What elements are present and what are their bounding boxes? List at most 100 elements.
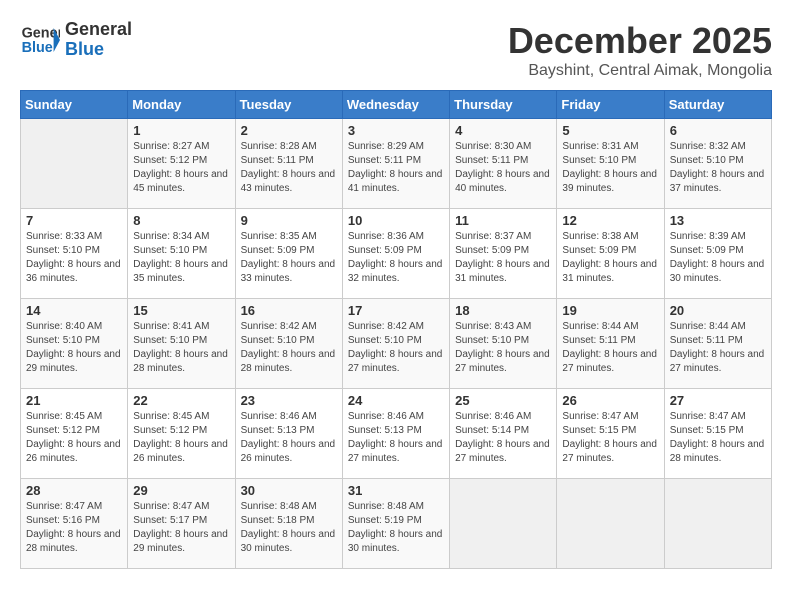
calendar-cell: 9 Sunrise: 8:35 AMSunset: 5:09 PMDaylight… <box>235 209 342 299</box>
calendar-cell: 7 Sunrise: 8:33 AMSunset: 5:10 PMDaylight… <box>21 209 128 299</box>
calendar-cell: 2 Sunrise: 8:28 AMSunset: 5:11 PMDaylight… <box>235 119 342 209</box>
day-number: 18 <box>455 303 551 318</box>
calendar-week-5: 28 Sunrise: 8:47 AMSunset: 5:16 PMDayligh… <box>21 479 772 569</box>
day-info: Sunrise: 8:44 AMSunset: 5:11 PMDaylight:… <box>562 320 658 376</box>
day-info: Sunrise: 8:38 AMSunset: 5:09 PMDaylight:… <box>562 230 658 286</box>
page-header: General Blue General Blue December 2025 … <box>20 20 772 80</box>
calendar-week-1: 1 Sunrise: 8:27 AMSunset: 5:12 PMDaylight… <box>21 119 772 209</box>
header-day-saturday: Saturday <box>664 91 771 119</box>
day-info: Sunrise: 8:47 AMSunset: 5:15 PMDaylight:… <box>562 410 658 466</box>
day-info: Sunrise: 8:39 AMSunset: 5:09 PMDaylight:… <box>670 230 766 286</box>
day-info: Sunrise: 8:41 AMSunset: 5:10 PMDaylight:… <box>133 320 229 376</box>
header-day-thursday: Thursday <box>450 91 557 119</box>
day-info: Sunrise: 8:48 AMSunset: 5:19 PMDaylight:… <box>348 500 444 556</box>
calendar-cell: 31 Sunrise: 8:48 AMSunset: 5:19 PMDayligh… <box>342 479 449 569</box>
day-info: Sunrise: 8:35 AMSunset: 5:09 PMDaylight:… <box>241 230 337 286</box>
day-number: 4 <box>455 123 551 138</box>
calendar-cell: 24 Sunrise: 8:46 AMSunset: 5:13 PMDayligh… <box>342 389 449 479</box>
day-info: Sunrise: 8:45 AMSunset: 5:12 PMDaylight:… <box>26 410 122 466</box>
day-number: 10 <box>348 213 444 228</box>
day-info: Sunrise: 8:44 AMSunset: 5:11 PMDaylight:… <box>670 320 766 376</box>
calendar-cell <box>664 479 771 569</box>
calendar-cell: 18Sunrise: 8:43 AMSunset: 5:10 PMDayligh… <box>450 299 557 389</box>
calendar-cell: 1 Sunrise: 8:27 AMSunset: 5:12 PMDaylight… <box>128 119 235 209</box>
calendar-cell <box>450 479 557 569</box>
day-number: 15 <box>133 303 229 318</box>
svg-text:Blue: Blue <box>22 40 53 56</box>
day-number: 26 <box>562 393 658 408</box>
day-number: 9 <box>241 213 337 228</box>
day-number: 8 <box>133 213 229 228</box>
day-info: Sunrise: 8:46 AMSunset: 5:14 PMDaylight:… <box>455 410 551 466</box>
calendar-cell: 22Sunrise: 8:45 AMSunset: 5:12 PMDayligh… <box>128 389 235 479</box>
day-number: 11 <box>455 213 551 228</box>
day-info: Sunrise: 8:37 AMSunset: 5:09 PMDaylight:… <box>455 230 551 286</box>
calendar-cell: 20 Sunrise: 8:44 AMSunset: 5:11 PMDayligh… <box>664 299 771 389</box>
logo-text: General Blue <box>65 20 132 60</box>
day-info: Sunrise: 8:29 AMSunset: 5:11 PMDaylight:… <box>348 140 444 196</box>
calendar-cell: 3 Sunrise: 8:29 AMSunset: 5:11 PMDaylight… <box>342 119 449 209</box>
header-day-friday: Friday <box>557 91 664 119</box>
day-number: 31 <box>348 483 444 498</box>
day-number: 22 <box>133 393 229 408</box>
day-number: 7 <box>26 213 122 228</box>
calendar-week-3: 14Sunrise: 8:40 AMSunset: 5:10 PMDayligh… <box>21 299 772 389</box>
day-info: Sunrise: 8:30 AMSunset: 5:11 PMDaylight:… <box>455 140 551 196</box>
title-area: December 2025 Bayshint, Central Aimak, M… <box>508 20 772 80</box>
calendar-cell: 13 Sunrise: 8:39 AMSunset: 5:09 PMDayligh… <box>664 209 771 299</box>
calendar-cell: 11 Sunrise: 8:37 AMSunset: 5:09 PMDayligh… <box>450 209 557 299</box>
day-number: 30 <box>241 483 337 498</box>
day-number: 19 <box>562 303 658 318</box>
day-number: 16 <box>241 303 337 318</box>
calendar-cell: 15 Sunrise: 8:41 AMSunset: 5:10 PMDayligh… <box>128 299 235 389</box>
day-info: Sunrise: 8:32 AMSunset: 5:10 PMDaylight:… <box>670 140 766 196</box>
day-number: 5 <box>562 123 658 138</box>
day-info: Sunrise: 8:46 AMSunset: 5:13 PMDaylight:… <box>348 410 444 466</box>
day-number: 24 <box>348 393 444 408</box>
day-info: Sunrise: 8:47 AMSunset: 5:17 PMDaylight:… <box>133 500 229 556</box>
calendar-week-4: 21Sunrise: 8:45 AMSunset: 5:12 PMDayligh… <box>21 389 772 479</box>
calendar-cell: 23Sunrise: 8:46 AMSunset: 5:13 PMDayligh… <box>235 389 342 479</box>
logo-icon: General Blue <box>20 20 60 60</box>
calendar-cell: 12 Sunrise: 8:38 AMSunset: 5:09 PMDayligh… <box>557 209 664 299</box>
calendar-cell <box>557 479 664 569</box>
calendar-cell: 27Sunrise: 8:47 AMSunset: 5:15 PMDayligh… <box>664 389 771 479</box>
calendar-week-2: 7 Sunrise: 8:33 AMSunset: 5:10 PMDaylight… <box>21 209 772 299</box>
calendar-cell: 14Sunrise: 8:40 AMSunset: 5:10 PMDayligh… <box>21 299 128 389</box>
calendar-cell: 26 Sunrise: 8:47 AMSunset: 5:15 PMDayligh… <box>557 389 664 479</box>
day-number: 14 <box>26 303 122 318</box>
day-number: 23 <box>241 393 337 408</box>
day-info: Sunrise: 8:27 AMSunset: 5:12 PMDaylight:… <box>133 140 229 196</box>
day-info: Sunrise: 8:47 AMSunset: 5:16 PMDaylight:… <box>26 500 122 556</box>
calendar-cell: 29Sunrise: 8:47 AMSunset: 5:17 PMDayligh… <box>128 479 235 569</box>
calendar-cell: 16 Sunrise: 8:42 AMSunset: 5:10 PMDayligh… <box>235 299 342 389</box>
header-day-wednesday: Wednesday <box>342 91 449 119</box>
calendar-cell: 17Sunrise: 8:42 AMSunset: 5:10 PMDayligh… <box>342 299 449 389</box>
day-info: Sunrise: 8:47 AMSunset: 5:15 PMDaylight:… <box>670 410 766 466</box>
calendar-header-row: SundayMondayTuesdayWednesdayThursdayFrid… <box>21 91 772 119</box>
calendar-cell: 5 Sunrise: 8:31 AMSunset: 5:10 PMDaylight… <box>557 119 664 209</box>
day-info: Sunrise: 8:42 AMSunset: 5:10 PMDaylight:… <box>241 320 337 376</box>
day-number: 28 <box>26 483 122 498</box>
day-number: 2 <box>241 123 337 138</box>
calendar-cell <box>21 119 128 209</box>
logo-line1: General <box>65 19 132 39</box>
day-number: 3 <box>348 123 444 138</box>
day-info: Sunrise: 8:33 AMSunset: 5:10 PMDaylight:… <box>26 230 122 286</box>
calendar-cell: 19 Sunrise: 8:44 AMSunset: 5:11 PMDayligh… <box>557 299 664 389</box>
day-number: 20 <box>670 303 766 318</box>
calendar-cell: 4 Sunrise: 8:30 AMSunset: 5:11 PMDaylight… <box>450 119 557 209</box>
month-title: December 2025 <box>508 20 772 62</box>
day-info: Sunrise: 8:31 AMSunset: 5:10 PMDaylight:… <box>562 140 658 196</box>
day-number: 1 <box>133 123 229 138</box>
calendar-cell: 25Sunrise: 8:46 AMSunset: 5:14 PMDayligh… <box>450 389 557 479</box>
day-info: Sunrise: 8:28 AMSunset: 5:11 PMDaylight:… <box>241 140 337 196</box>
day-info: Sunrise: 8:36 AMSunset: 5:09 PMDaylight:… <box>348 230 444 286</box>
day-number: 6 <box>670 123 766 138</box>
day-number: 12 <box>562 213 658 228</box>
day-info: Sunrise: 8:48 AMSunset: 5:18 PMDaylight:… <box>241 500 337 556</box>
day-number: 13 <box>670 213 766 228</box>
calendar-table: SundayMondayTuesdayWednesdayThursdayFrid… <box>20 90 772 569</box>
calendar-cell: 8Sunrise: 8:34 AMSunset: 5:10 PMDaylight… <box>128 209 235 299</box>
day-info: Sunrise: 8:42 AMSunset: 5:10 PMDaylight:… <box>348 320 444 376</box>
